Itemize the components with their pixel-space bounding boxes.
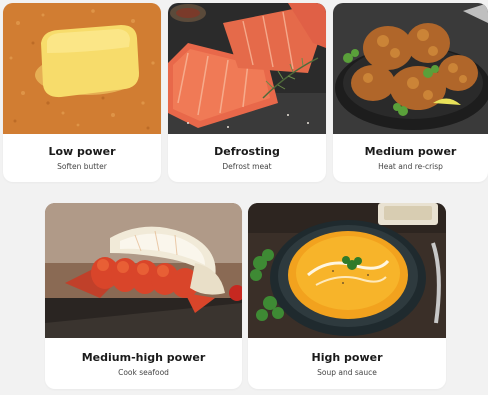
mode-subtitle: Defrost meat [222, 162, 272, 171]
fried-chicken-image [333, 3, 488, 134]
mode-title: Low power [48, 145, 116, 158]
mode-subtitle: Soften butter [57, 162, 107, 171]
soup-image [248, 203, 446, 338]
mode-subtitle: Soup and sauce [317, 368, 377, 377]
mode-card-low-power[interactable]: Low power Soften butter [3, 3, 161, 182]
mode-subtitle: Heat and re-crisp [378, 162, 443, 171]
mode-card-medium-power[interactable]: Medium power Heat and re-crisp [333, 3, 488, 182]
lobster-image [45, 203, 242, 338]
butter-image [3, 3, 161, 134]
mode-card-high-power[interactable]: High power Soup and sauce [248, 203, 446, 389]
mode-card-medium-high-power[interactable]: Medium-high power Cook seafood [45, 203, 242, 389]
mode-title: Defrosting [214, 145, 280, 158]
mode-title: Medium power [364, 145, 457, 158]
mode-card-defrosting[interactable]: Defrosting Defrost meat [168, 3, 326, 182]
mode-title: Medium-high power [81, 351, 206, 364]
salmon-image [168, 3, 326, 134]
mode-subtitle: Cook seafood [118, 368, 169, 377]
mode-title: High power [311, 351, 383, 364]
